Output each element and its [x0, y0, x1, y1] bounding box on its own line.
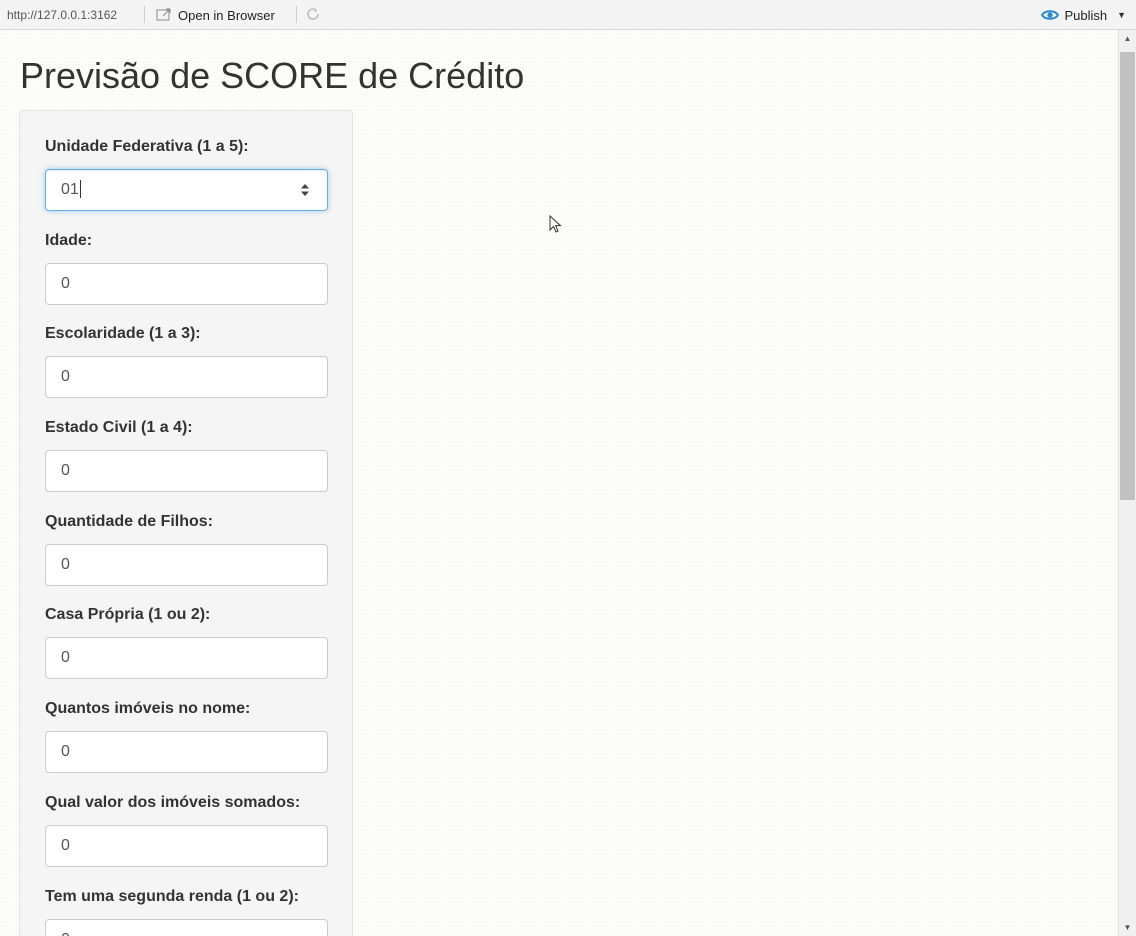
field-label: Quantidade de Filhos:: [45, 513, 214, 530]
browser-icon: [156, 8, 171, 21]
number-stepper-icon[interactable]: [300, 183, 310, 197]
field-label: Quantos imóveis no nome:: [45, 700, 251, 717]
field-label: Casa Própria (1 ou 2):: [45, 606, 211, 623]
sidebar-panel: Unidade Federativa (1 a 5): 01 Idade: 0 …: [19, 110, 353, 936]
field-escolaridade: Escolaridade (1 a 3): 0: [45, 323, 329, 398]
input-value: 0: [61, 462, 70, 479]
field-segunda-renda: Tem uma segunda renda (1 ou 2): 0: [45, 886, 329, 936]
input-value: 0: [61, 931, 70, 936]
segunda-renda-input[interactable]: 0: [45, 919, 328, 936]
unidade-federativa-input[interactable]: 01: [45, 169, 328, 211]
quantos-imoveis-input[interactable]: 0: [45, 731, 328, 773]
toolbar-divider: [144, 6, 145, 23]
input-value: 0: [61, 837, 70, 854]
field-label: Unidade Federativa (1 a 5):: [45, 138, 249, 155]
scroll-up-icon[interactable]: ▲: [1119, 30, 1136, 47]
text-cursor: [79, 179, 81, 198]
field-estado-civil: Estado Civil (1 a 4): 0: [45, 417, 329, 492]
field-idade: Idade: 0: [45, 230, 329, 305]
field-label: Estado Civil (1 a 4):: [45, 419, 193, 436]
field-valor-imoveis: Qual valor dos imóveis somados: 0: [45, 792, 329, 867]
valor-imoveis-input[interactable]: 0: [45, 825, 328, 867]
field-casa-propria: Casa Própria (1 ou 2): 0: [45, 604, 329, 679]
input-value: 0: [61, 743, 70, 760]
vertical-scrollbar[interactable]: ▲ ▼: [1118, 30, 1136, 936]
input-value: 0: [61, 275, 70, 292]
mouse-pointer-icon: [549, 215, 562, 233]
field-label: Escolaridade (1 a 3):: [45, 325, 201, 342]
field-label: Idade:: [45, 232, 93, 249]
field-label: Qual valor dos imóveis somados:: [45, 794, 301, 811]
field-quantos-imoveis: Quantos imóveis no nome: 0: [45, 698, 329, 773]
estado-civil-input[interactable]: 0: [45, 450, 328, 492]
scrollbar-thumb[interactable]: [1120, 52, 1135, 500]
field-label: Tem uma segunda renda (1 ou 2):: [45, 888, 299, 905]
open-in-browser-button[interactable]: Open in Browser: [156, 4, 275, 26]
input-value: 0: [61, 556, 70, 573]
scroll-down-icon[interactable]: ▼: [1119, 919, 1136, 936]
quantidade-filhos-input[interactable]: 0: [45, 544, 328, 586]
page-title: Previsão de SCORE de Crédito: [20, 55, 525, 96]
field-unidade-federativa: Unidade Federativa (1 a 5): 01: [45, 136, 329, 211]
escolaridade-input[interactable]: 0: [45, 356, 328, 398]
input-value: 0: [61, 649, 70, 666]
chevron-down-icon[interactable]: ▼: [1117, 10, 1126, 20]
field-quantidade-filhos: Quantidade de Filhos: 0: [45, 511, 329, 586]
refresh-icon[interactable]: [304, 5, 322, 23]
viewer-toolbar: http://127.0.0.1:3162 Open in Browser Pu…: [0, 0, 1136, 30]
open-in-browser-label: Open in Browser: [178, 7, 275, 23]
publish-icon: [1041, 10, 1060, 20]
app-page: Previsão de SCORE de Crédito Unidade Fed…: [0, 30, 1118, 936]
toolbar-divider: [296, 6, 297, 23]
casa-propria-input[interactable]: 0: [45, 637, 328, 679]
publish-button[interactable]: Publish ▼: [1040, 4, 1126, 26]
url-label: http://127.0.0.1:3162: [7, 8, 118, 22]
input-value: 0: [61, 368, 70, 385]
idade-input[interactable]: 0: [45, 263, 328, 305]
publish-label: Publish: [1064, 7, 1108, 23]
input-value: 01: [61, 181, 79, 198]
